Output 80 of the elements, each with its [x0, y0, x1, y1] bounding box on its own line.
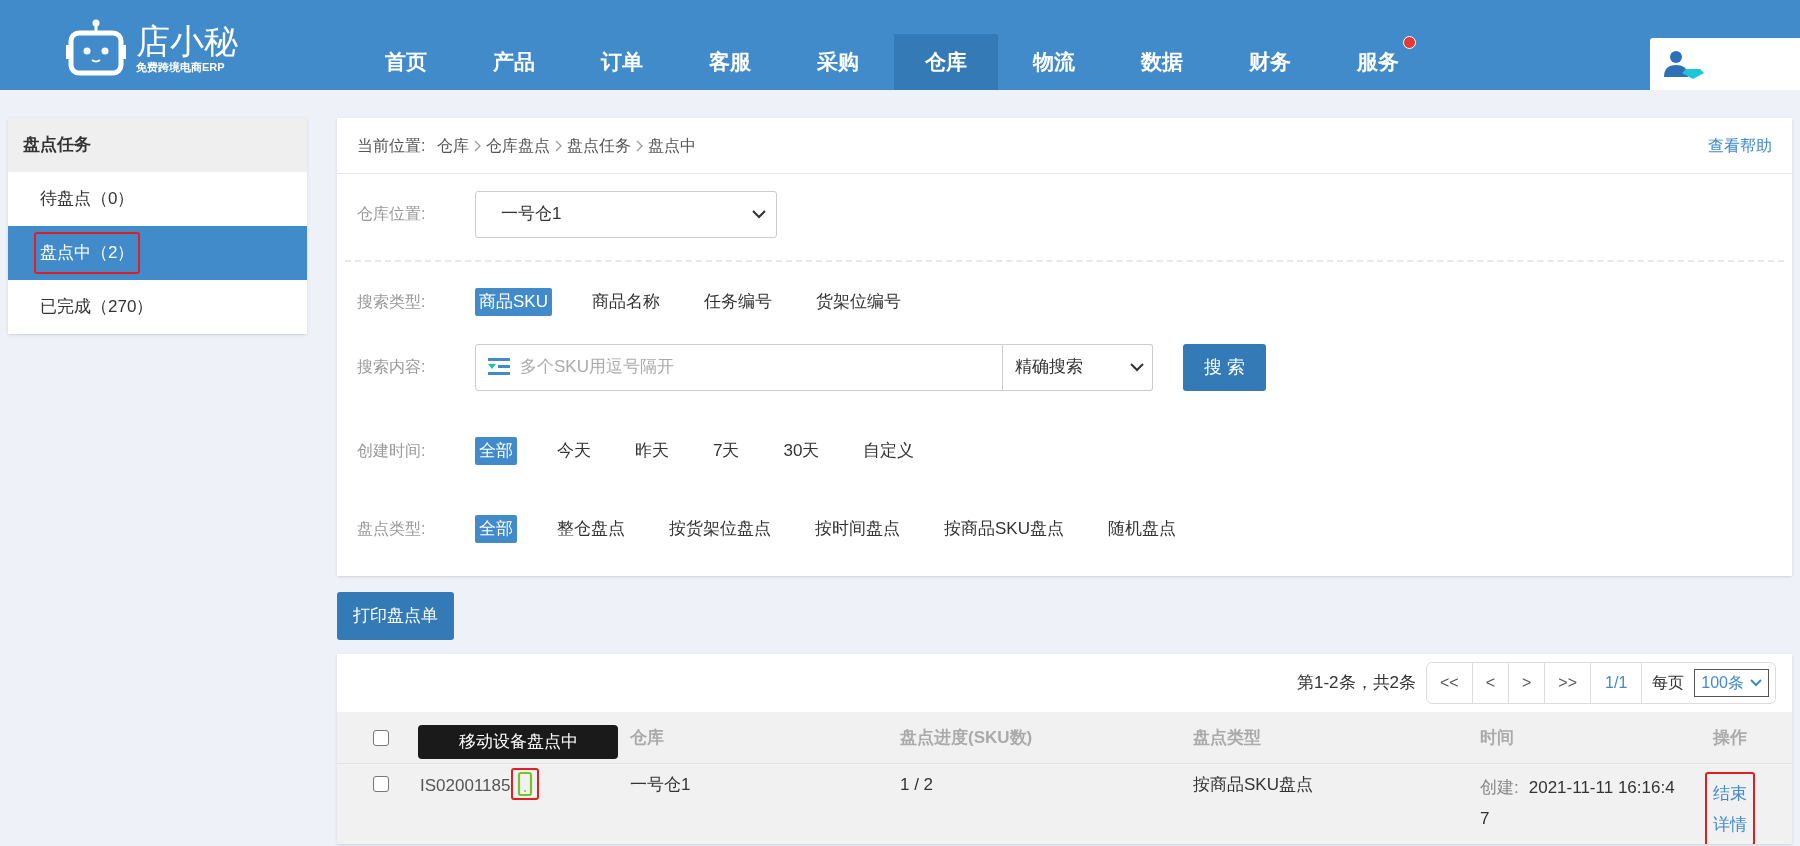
search-mode-select[interactable]: 精确搜索 — [1003, 343, 1153, 391]
filter-option[interactable]: 按货架位盘点 — [665, 515, 775, 543]
filter-label: 搜索类型: — [357, 292, 427, 312]
caret-icon — [752, 209, 766, 219]
user-panel[interactable] — [1650, 38, 1800, 90]
created-time: 创建: 2021-11-11 16:16:47 — [1480, 778, 1675, 828]
nav-tab[interactable]: 财务 — [1218, 34, 1322, 90]
robot-logo-icon — [66, 19, 126, 77]
sidebar-item[interactable]: 盘点中（2） — [8, 226, 307, 280]
filter-option[interactable]: 昨天 — [631, 437, 673, 465]
sidebar-item[interactable]: 已完成（270） — [8, 280, 307, 334]
filter-option[interactable]: 商品SKU — [475, 288, 552, 316]
filter-option[interactable]: 全部 — [475, 437, 517, 465]
page-button[interactable]: > — [1509, 663, 1546, 703]
search-button[interactable]: 搜 索 — [1183, 343, 1266, 391]
chevron-icon — [474, 139, 482, 152]
warehouse-select[interactable]: 一号仓1 — [475, 190, 777, 238]
filter-option[interactable]: 任务编号 — [699, 288, 776, 316]
chevron-icon — [555, 139, 563, 152]
search-field[interactable]: 多个SKU用逗号隔开 — [475, 343, 1003, 391]
filter-option[interactable]: 货架位编号 — [811, 288, 905, 316]
chevron-icon — [636, 139, 644, 152]
filter-option[interactable]: 商品名称 — [587, 288, 664, 316]
filter-label: 创建时间: — [357, 441, 427, 461]
filter-label: 仓库位置: — [357, 204, 427, 224]
task-number: IS02001185 — [420, 775, 511, 798]
filter-option[interactable]: 随机盘点 — [1103, 515, 1180, 543]
column-header: 时间 — [1480, 727, 1514, 747]
per-page-label: 每页 — [1651, 673, 1686, 693]
filter-option[interactable]: 全部 — [475, 515, 517, 543]
checkbox[interactable] — [373, 729, 389, 746]
breadcrumb-label: 当前位置: — [357, 135, 426, 156]
caret-icon — [1750, 679, 1762, 687]
nav-tab[interactable]: 订单 — [570, 34, 674, 90]
print-button[interactable]: 打印盘点单 — [337, 592, 454, 640]
table-cell: 1 / 2 — [900, 775, 934, 794]
column-header: 仓库 — [630, 727, 664, 747]
page-indicator: 1/1 — [1591, 663, 1643, 703]
caret-icon — [1130, 362, 1144, 372]
table-cell: 按商品SKU盘点 — [1193, 775, 1313, 794]
nav-tab[interactable]: 服务 — [1326, 34, 1430, 90]
column-header: 盘点进度(SKU数) — [900, 727, 1033, 747]
column-header: 盘点类型 — [1193, 727, 1261, 747]
per-page-select[interactable]: 100条 — [1694, 669, 1769, 697]
filter-label: 盘点类型: — [357, 519, 427, 539]
page-button[interactable]: >> — [1545, 663, 1592, 703]
column-header: 操作 — [1713, 727, 1747, 747]
table-cell: 一号仓1 — [630, 775, 691, 794]
filter-option[interactable]: 整仓盘点 — [553, 515, 629, 543]
nav-tab[interactable]: 首页 — [354, 34, 458, 90]
search-input[interactable]: 多个SKU用逗号隔开 — [520, 354, 1002, 380]
checkbox[interactable] — [373, 776, 389, 792]
nav-tab[interactable]: 物流 — [1002, 34, 1106, 90]
filter-option[interactable]: 30天 — [779, 437, 824, 465]
filter-label: 搜索内容: — [357, 357, 427, 377]
nav-tab[interactable]: 仓库 — [894, 34, 998, 90]
breadcrumb-item[interactable]: 仓库盘点 — [486, 133, 551, 158]
list-icon — [488, 358, 510, 376]
filter-option[interactable]: 自定义 — [859, 437, 919, 465]
logo-name: 店小秘 — [136, 22, 238, 60]
filter-option[interactable]: 按时间盘点 — [811, 515, 904, 543]
page-button[interactable]: < — [1472, 663, 1509, 703]
record-count: 第1-2条，共2条 — [1296, 672, 1416, 695]
nav-tab[interactable]: 客服 — [678, 34, 782, 90]
user-icon — [1664, 49, 1704, 79]
sidebar-title: 盘点任务 — [8, 118, 307, 172]
nav-tab[interactable]: 采购 — [786, 34, 890, 90]
filter-option[interactable]: 7天 — [709, 437, 744, 465]
page-button[interactable]: << — [1427, 663, 1473, 703]
filter-option[interactable]: 今天 — [553, 437, 595, 465]
sidebar-item[interactable]: 待盘点（0） — [8, 172, 307, 226]
nav-tab[interactable]: 产品 — [462, 34, 566, 90]
filter-option[interactable]: 按商品SKU盘点 — [940, 515, 1068, 543]
breadcrumb-item[interactable]: 盘点任务 — [567, 133, 632, 158]
breadcrumb-item[interactable]: 仓库 — [437, 133, 470, 158]
help-link[interactable]: 查看帮助 — [1708, 133, 1772, 158]
logo-tagline: 免费跨境电商ERP — [136, 60, 226, 74]
breadcrumb-item[interactable]: 盘点中 — [648, 133, 697, 158]
tooltip: 移动设备盘点中 — [418, 725, 618, 759]
nav-tab[interactable]: 数据 — [1110, 34, 1214, 90]
